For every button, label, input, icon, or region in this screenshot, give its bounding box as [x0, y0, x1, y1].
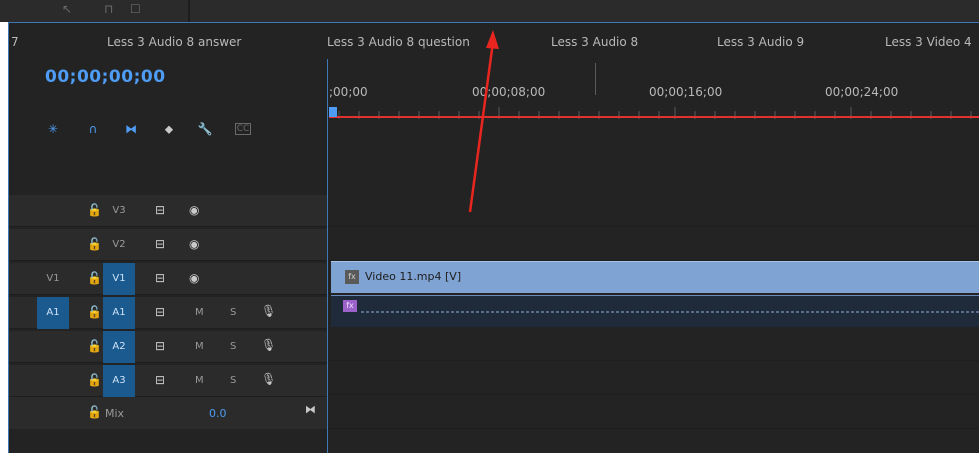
snap-magnet-icon[interactable]: ∩: [85, 121, 101, 137]
lock-icon[interactable]: 🔓: [87, 305, 102, 319]
lane-v3[interactable]: [329, 195, 979, 227]
tab-less-3-audio-9[interactable]: Less 3 Audio 9: [717, 35, 804, 49]
lock-icon[interactable]: 🔓: [87, 237, 102, 251]
tab-less-3-audio-8[interactable]: Less 3 Audio 8: [551, 35, 638, 49]
sync-lock-icon[interactable]: ⊟: [155, 373, 165, 387]
ruler-label: 00;00;08;00: [472, 85, 546, 99]
wrench-settings-icon[interactable]: 🔧: [197, 121, 213, 137]
lock-icon[interactable]: 🔓: [87, 339, 102, 353]
go-to-end-icon[interactable]: ⧓: [305, 403, 316, 416]
time-ruler[interactable]: ;00;00 00;00;08;00 00;00;16;00 00;00;24;…: [329, 59, 979, 119]
eye-icon[interactable]: ◉: [189, 203, 199, 217]
track-header-a1: A1 🔓 A1 ⊟ M S 🎙: [9, 297, 327, 329]
fx-badge-icon: fx: [345, 270, 359, 284]
track-header-mix: 🔓 Mix 0.0 ⧓: [9, 397, 327, 429]
clip-name: Video 11.mp4 [V]: [365, 270, 462, 283]
audio-waveform: [361, 311, 979, 313]
track-header-a2: 🔓 A2 ⊟ M S 🎙: [9, 331, 327, 363]
microphone-icon[interactable]: 🎙: [261, 304, 276, 318]
timeline-panel: 7 Less 3 Audio 8 answer Less 3 Audio 8 q…: [8, 22, 979, 453]
work-area-bar[interactable]: [329, 116, 979, 118]
mix-label: Mix: [105, 407, 125, 420]
linked-selection-icon[interactable]: ⧓: [123, 121, 139, 137]
ruler-label: 00;00;16;00: [649, 85, 723, 99]
snap-tool-icon[interactable]: ⊓: [104, 2, 118, 16]
track-target-v2[interactable]: V2: [103, 229, 135, 261]
add-marker-icon[interactable]: ⬥: [161, 121, 177, 137]
track-header-v1: V1 🔓 V1 ⊟ ◉: [9, 263, 327, 295]
ruler-label: ;00;00: [329, 85, 368, 99]
solo-button[interactable]: S: [230, 307, 236, 318]
sync-lock-icon[interactable]: ⊟: [155, 305, 165, 319]
track-target-v1[interactable]: V1: [103, 263, 135, 295]
track-headers: 🔓 V3 ⊟ ◉ 🔓 V2 ⊟ ◉ V1 🔓 V1 ⊟ ◉ A1 🔓 A1 ⊟ …: [9, 141, 327, 453]
track-header-a3: 🔓 A3 ⊟ M S 🎙: [9, 365, 327, 397]
source-patch-v1[interactable]: V1: [37, 263, 69, 295]
eye-icon[interactable]: ◉: [189, 271, 199, 285]
insert-overwrite-nest-icon[interactable]: ✳: [45, 121, 61, 137]
sync-lock-icon[interactable]: ⊟: [155, 237, 165, 251]
mute-button[interactable]: M: [195, 307, 204, 318]
captions-icon[interactable]: CC: [235, 123, 251, 135]
lane-a2[interactable]: [329, 329, 979, 361]
track-target-a2[interactable]: A2: [103, 331, 135, 363]
track-header-v2: 🔓 V2 ⊟ ◉: [9, 229, 327, 261]
microphone-icon[interactable]: 🎙: [261, 338, 276, 352]
audio-clip[interactable]: fx: [331, 295, 979, 327]
top-toolbar: ↖ ⊓ ☐: [0, 0, 979, 22]
microphone-icon[interactable]: 🎙: [261, 372, 276, 386]
playhead-handle[interactable]: [329, 107, 337, 117]
tab-less-3-audio-8-question[interactable]: Less 3 Audio 8 question: [327, 35, 470, 49]
lock-icon[interactable]: 🔓: [87, 373, 102, 387]
track-target-a1[interactable]: A1: [103, 297, 135, 329]
lane-mix[interactable]: [329, 397, 979, 429]
lane-a3[interactable]: [329, 363, 979, 395]
video-clip[interactable]: fx Video 11.mp4 [V]: [331, 261, 979, 293]
tab-less-3-video-4[interactable]: Less 3 Video 4: [885, 35, 972, 49]
source-patch-a1[interactable]: A1: [37, 297, 69, 329]
track-target-v3[interactable]: V3: [103, 195, 135, 227]
solo-button[interactable]: S: [230, 375, 236, 386]
tracks-area[interactable]: fx Video 11.mp4 [V] fx: [329, 119, 979, 453]
ruler-label: 00;00;24;00: [825, 85, 899, 99]
toolbar-separator: [188, 0, 190, 22]
mute-button[interactable]: M: [195, 375, 204, 386]
solo-button[interactable]: S: [230, 341, 236, 352]
mix-volume-value[interactable]: 0.0: [209, 407, 227, 420]
sequence-end-marker: [595, 63, 596, 95]
sync-lock-icon[interactable]: ⊟: [155, 271, 165, 285]
track-target-a3[interactable]: A3: [103, 365, 135, 397]
eye-icon[interactable]: ◉: [189, 237, 199, 251]
lock-icon[interactable]: 🔓: [87, 405, 102, 419]
lock-icon[interactable]: 🔓: [87, 203, 102, 217]
tab-less-3-audio-8-answer[interactable]: Less 3 Audio 8 answer: [107, 35, 241, 49]
lane-v2[interactable]: [329, 229, 979, 261]
selection-tool-icon[interactable]: ↖: [62, 2, 76, 16]
sync-lock-icon[interactable]: ⊟: [155, 203, 165, 217]
track-header-v3: 🔓 V3 ⊟ ◉: [9, 195, 327, 227]
playhead-line: [327, 119, 328, 453]
playhead-timecode[interactable]: 00;00;00;00: [45, 67, 166, 87]
sync-lock-icon[interactable]: ⊟: [155, 339, 165, 353]
lock-icon[interactable]: 🔓: [87, 271, 102, 285]
mute-button[interactable]: M: [195, 341, 204, 352]
panel-menu-icon[interactable]: ☐: [130, 2, 144, 16]
tab-7[interactable]: 7: [11, 35, 19, 49]
sequence-tabs: 7 Less 3 Audio 8 answer Less 3 Audio 8 q…: [9, 23, 979, 59]
